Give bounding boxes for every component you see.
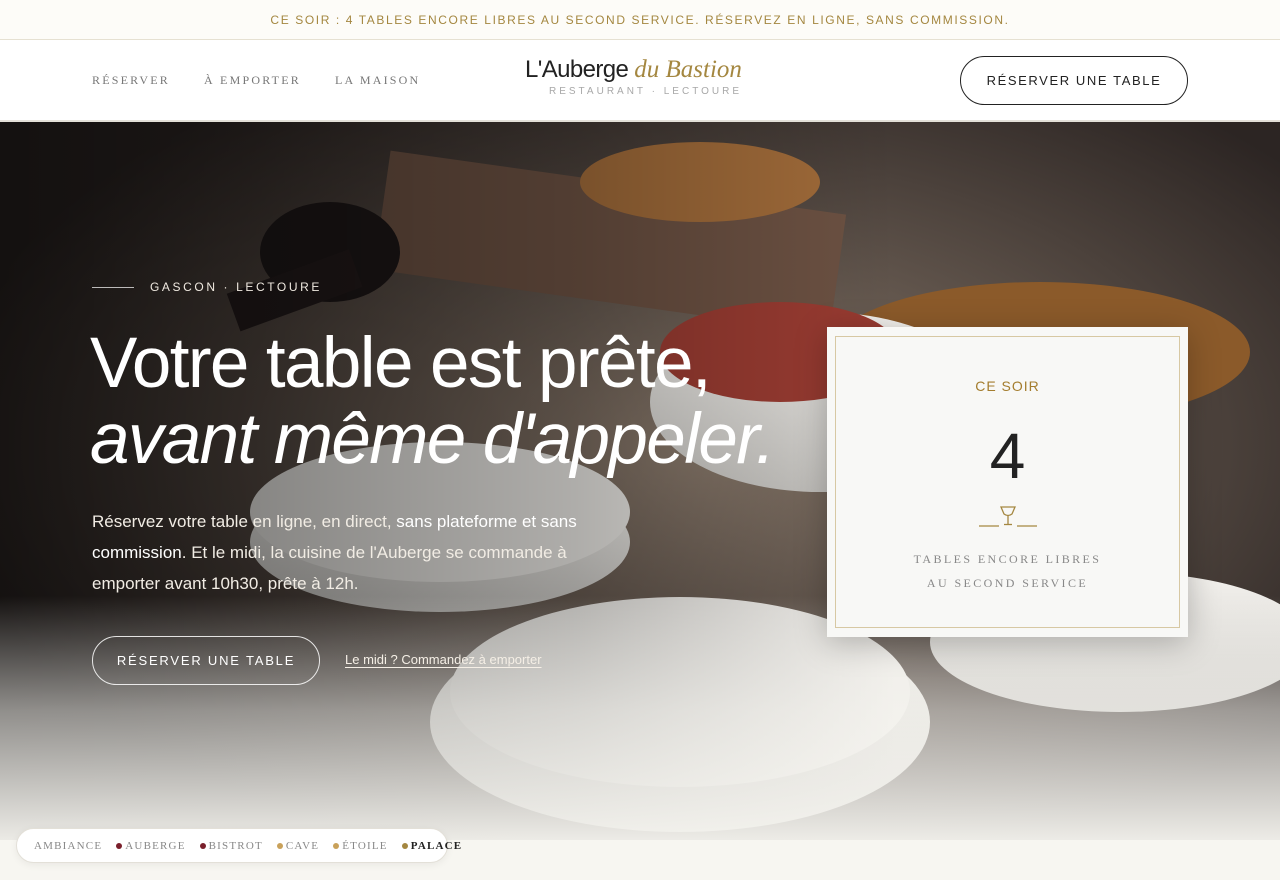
announcement-bar: CE SOIR : 4 TABLES ENCORE LIBRES AU SECO… [0,0,1280,40]
nav-emporter[interactable]: À EMPORTER [204,73,301,88]
hero-section: GASCON · LECTOURE Votre table est prête,… [0,122,1280,840]
announcement-text: CE SOIR : 4 TABLES ENCORE LIBRES AU SECO… [270,12,1010,27]
tonight-card-caption-line1: TABLES ENCORE LIBRES [913,552,1102,566]
theme-etoile[interactable]: ÉTOILE [333,840,388,852]
theme-bistrot[interactable]: BISTROT [199,840,263,852]
theme-dot-icon [333,842,340,849]
tonight-card-frame: CE SOIR 4 TABLES ENCORE LIBRES AU SECOND… [835,336,1180,628]
theme-auberge[interactable]: AUBERGE [116,840,185,852]
hero-reserve-button[interactable]: RÉSERVER UNE TABLE [92,636,320,685]
theme-switcher: AMBIANCE AUBERGE BISTROT CAVE ÉTOILE PAL… [16,828,461,863]
theme-cave[interactable]: CAVE [276,840,319,852]
site-header: RÉSERVER À EMPORTER LA MAISON L'Auberge … [0,40,1280,122]
hero-title: Votre table est prête, avant même d'appe… [90,324,775,479]
theme-dot-icon [199,842,206,849]
theme-palace[interactable]: PALACE [401,840,463,852]
wine-glass-icon [979,506,1037,527]
logo-subtitle: RESTAURANT · LECTOURE [549,86,743,97]
header-reserve-button[interactable]: RÉSERVER UNE TABLE [960,56,1188,105]
site-logo[interactable]: L'Auberge du Bastion RESTAURANT · LECTOU… [525,56,765,97]
hero-takeaway-link[interactable]: Le midi ? Commandez à emporter [345,652,542,667]
nav-reserver[interactable]: RÉSERVER [92,73,170,88]
theme-dot-icon [276,842,283,849]
main-nav: RÉSERVER À EMPORTER LA MAISON [92,40,420,120]
kicker-rule [92,286,134,288]
hero-lead: Réservez votre table en ligne, en direct… [92,506,612,599]
tonight-card: CE SOIR 4 TABLES ENCORE LIBRES AU SECOND… [827,327,1188,637]
tonight-card-caption: TABLES ENCORE LIBRES AU SECOND SERVICE [836,547,1179,595]
theme-dot-icon [116,842,123,849]
hero-title-line2: avant même d'appeler. [90,400,775,479]
tonight-card-title: CE SOIR [975,378,1040,394]
tonight-card-caption-line2: AU SECOND SERVICE [926,576,1089,590]
tonight-card-count: 4 [989,420,1026,492]
nav-la-maison[interactable]: LA MAISON [335,73,420,88]
hero-kicker: GASCON · LECTOURE [92,280,322,294]
hero-lead-part1: Réservez votre table en ligne, en direct… [92,512,397,531]
logo-accent-text: du Bastion [634,56,742,83]
theme-dot-icon [401,842,408,849]
logo-main-text: L'Auberge [525,56,629,83]
kicker-text: GASCON · LECTOURE [150,280,322,294]
theme-ambiance: AMBIANCE [34,839,103,852]
hero-title-line1: Votre table est prête, [90,324,712,403]
